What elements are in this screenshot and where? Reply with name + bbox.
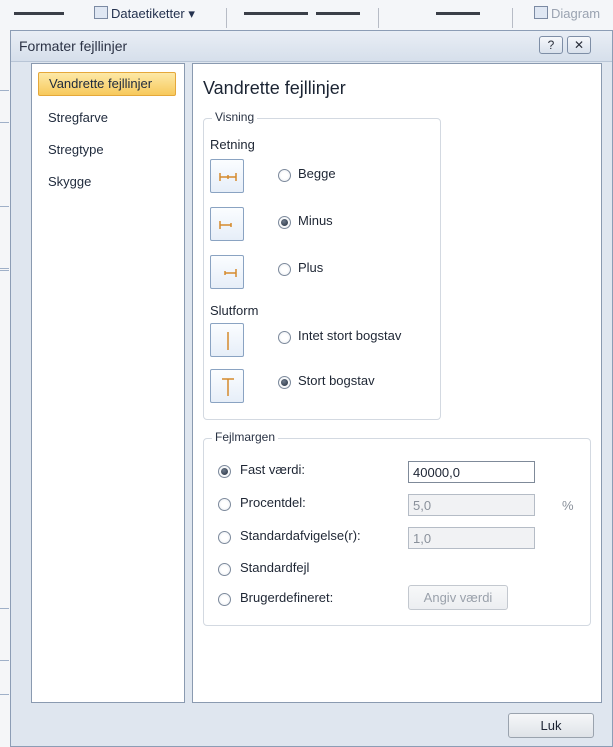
worksheet-edge: [0, 30, 10, 747]
minus-label: Minus: [298, 213, 333, 228]
dialog-title: Formater fejllinjer: [19, 38, 128, 54]
procentdel-input[interactable]: [408, 494, 535, 516]
standardfejl-label: Standardfejl: [240, 560, 310, 575]
procentdel-label: Procentdel:: [240, 495, 306, 510]
angiv-vaerdi-button[interactable]: Angiv værdi: [408, 585, 508, 610]
brugerdefineret-radio[interactable]: [218, 593, 231, 606]
close-button[interactable]: ✕: [567, 36, 591, 54]
fast-vaerdi-label: Fast værdi:: [240, 462, 306, 477]
standardafvigelse-label: Standardafvigelse(r):: [240, 528, 361, 543]
standardafvigelse-input[interactable]: [408, 527, 535, 549]
visning-group-title: Visning: [212, 110, 258, 124]
diagram-menu[interactable]: Diagram: [534, 6, 600, 21]
close-icon: ✕: [573, 38, 585, 52]
no-cap-icon[interactable]: [210, 323, 244, 357]
luk-button[interactable]: Luk: [508, 713, 594, 738]
ribbon-button-fragment: [436, 12, 480, 15]
intet-stort-bogstav-label: Intet stort bogstav: [298, 328, 402, 343]
brugerdefineret-label: Brugerdefineret:: [240, 590, 334, 605]
standardafvigelse-radio[interactable]: [218, 531, 231, 544]
slutform-label: Slutform: [210, 303, 259, 318]
procentdel-radio[interactable]: [218, 498, 231, 511]
fejlmargen-group-title: Fejlmargen: [212, 430, 279, 444]
nav-item-stregtype[interactable]: Stregtype: [38, 138, 176, 162]
retning-label: Retning: [210, 137, 255, 152]
plus-radio[interactable]: [278, 263, 291, 276]
fast-vaerdi-radio[interactable]: [218, 465, 231, 478]
stort-bogstav-label: Stort bogstav: [298, 373, 375, 388]
ribbon-button-fragment: [316, 12, 360, 15]
error-bar-plus-icon[interactable]: [210, 255, 244, 289]
data-labels-icon: [94, 6, 108, 19]
error-bar-minus-icon[interactable]: [210, 207, 244, 241]
category-list: Vandrette fejllinjer Stregfarve Stregtyp…: [31, 63, 185, 703]
error-bar-both-icon[interactable]: [210, 159, 244, 193]
ribbon-separator: [378, 8, 379, 28]
ribbon-separator: [512, 8, 513, 28]
cap-icon[interactable]: [210, 369, 244, 403]
nav-item-vandrette-fejllinjer[interactable]: Vandrette fejllinjer: [38, 72, 176, 96]
begge-radio[interactable]: [278, 169, 291, 182]
diagram-icon: [534, 6, 548, 19]
intet-stort-bogstav-radio[interactable]: [278, 331, 291, 344]
nav-item-skygge[interactable]: Skygge: [38, 170, 176, 194]
data-labels-menu[interactable]: Dataetiketter ▾: [94, 6, 195, 22]
stort-bogstav-radio[interactable]: [278, 376, 291, 389]
plus-label: Plus: [298, 260, 324, 275]
percent-unit: %: [562, 498, 574, 513]
ribbon-button-fragment: [244, 12, 308, 15]
fejlmargen-group: Fejlmargen Fast værdi: Procentdel: % Sta…: [203, 430, 591, 626]
standardfejl-radio[interactable]: [218, 563, 231, 576]
ribbon-separator: [226, 8, 227, 28]
ribbon-button-fragment: [14, 12, 64, 15]
help-button[interactable]: ?: [539, 36, 563, 54]
dialog-titlebar[interactable]: Formater fejllinjer ? ✕: [11, 31, 612, 62]
minus-radio[interactable]: [278, 216, 291, 229]
begge-label: Begge: [298, 166, 336, 181]
format-error-bars-dialog: Formater fejllinjer ? ✕ Vandrette fejlli…: [10, 30, 613, 747]
panel-title: Vandrette fejllinjer: [203, 78, 346, 98]
ribbon-background: Dataetiketter ▾ Diagram: [0, 0, 613, 30]
fast-vaerdi-input[interactable]: [408, 461, 535, 483]
help-icon: ?: [547, 38, 555, 52]
settings-panel: Vandrette fejllinjer Visning Retning Beg…: [192, 63, 602, 703]
nav-item-stregfarve[interactable]: Stregfarve: [38, 106, 176, 130]
visning-group: Visning Retning Begge Minus Plus Slutfor…: [203, 110, 441, 420]
